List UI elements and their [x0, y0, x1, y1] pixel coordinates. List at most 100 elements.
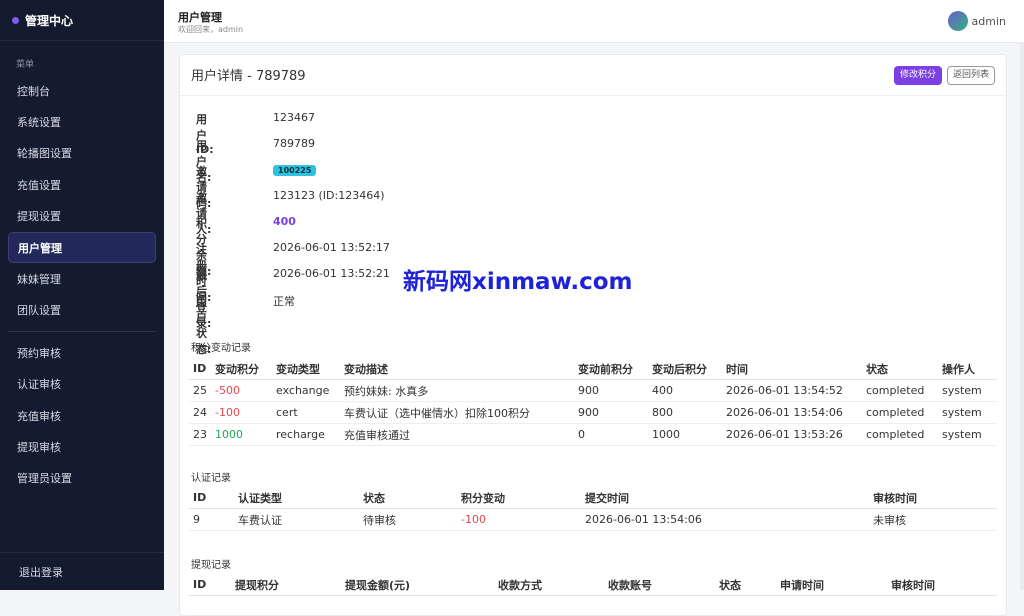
scrollbar[interactable]	[1020, 42, 1024, 590]
points-operator: system	[938, 423, 997, 446]
user-detail-card: 用户详情 - 789789 修改积分 返回列表 用户ID: 123467 用户名…	[179, 54, 1007, 616]
sidebar-item-recharge-review[interactable]: 充值审核	[0, 400, 164, 431]
user-name[interactable]: admin	[972, 15, 1006, 28]
points-change: -100	[211, 401, 272, 424]
points-desc: 车费认证（选中催情水）扣除100积分	[340, 401, 574, 424]
table-row: 25 -500 exchange 预约妹妹: 水真多 900 400 2026-…	[189, 379, 997, 402]
points-type: exchange	[272, 379, 340, 402]
card-header: 用户详情 - 789789 修改积分 返回列表	[180, 55, 1006, 96]
points-col-time: 时间	[722, 358, 862, 380]
logout-button[interactable]: 退出登录	[0, 552, 164, 590]
watermark-text: 新码网xinmaw.com	[403, 269, 633, 295]
points-operator: system	[938, 379, 997, 402]
table-row: 9 车费认证 待审核 -100 2026-06-01 13:54:06 未审核	[189, 508, 997, 531]
cert-status: 待审核	[359, 508, 457, 531]
sidebar-item-team-settings[interactable]: 团队设置	[0, 295, 164, 326]
avatar[interactable]	[948, 11, 968, 31]
sidebar-item-cert-review[interactable]: 认证审核	[0, 369, 164, 400]
points-status: completed	[862, 379, 938, 402]
withdraw-log-header-row: ID 提现积分 提现金额(元) 收款方式 收款账号 状态 申请时间 审核时间	[189, 574, 997, 596]
points-col-change: 变动积分	[211, 358, 272, 380]
reg-time-value: 2026-06-01 13:52:17	[273, 241, 390, 254]
balance-value: 400	[273, 215, 296, 228]
withdraw-col-status: 状态	[715, 574, 776, 596]
points-before: 900	[574, 401, 648, 424]
withdraw-col-amount: 提现金额(元)	[341, 574, 494, 596]
sidebar-item-system-settings[interactable]: 系统设置	[0, 106, 164, 137]
points-col-desc: 变动描述	[340, 358, 574, 380]
cert-type: 车费认证	[234, 508, 359, 531]
withdraw-col-id: ID	[189, 574, 231, 596]
last-login-value: 2026-06-01 13:52:21	[273, 267, 390, 280]
points-col-status: 状态	[862, 358, 938, 380]
withdraw-col-apply-time: 申请时间	[776, 574, 887, 596]
points-desc: 预约妹妹: 水真多	[340, 379, 574, 402]
points-log-table: ID 变动积分 变动类型 变动描述 变动前积分 变动后积分 时间 状态 操作人 …	[189, 358, 997, 446]
table-row: 24 -100 cert 车费认证（选中催情水）扣除100积分 900 800 …	[189, 401, 997, 424]
withdraw-log-title: 提现记录	[191, 560, 231, 571]
points-id: 25	[189, 379, 211, 402]
points-change: 1000	[211, 423, 272, 446]
page-title: 用户管理	[178, 11, 222, 24]
invite-code-badge: 100225	[273, 165, 317, 176]
points-type: cert	[272, 401, 340, 424]
points-col-id: ID	[189, 358, 211, 380]
points-col-type: 变动类型	[272, 358, 340, 380]
cert-col-change: 积分变动	[457, 487, 581, 509]
withdraw-col-points: 提现积分	[231, 574, 341, 596]
sidebar-item-user-management[interactable]: 用户管理	[8, 231, 156, 264]
points-operator: system	[938, 401, 997, 424]
sidebar-item-withdraw-review[interactable]: 提现审核	[0, 431, 164, 462]
points-after: 800	[648, 401, 722, 424]
inviter-value: 123123 (ID:123464)	[273, 189, 385, 202]
cert-log-header-row: ID 认证类型 状态 积分变动 提交时间 审核时间	[189, 487, 997, 509]
points-status: completed	[862, 401, 938, 424]
cert-col-id: ID	[189, 487, 234, 509]
points-time: 2026-06-01 13:54:52	[722, 379, 862, 402]
sidebar-item-booking-review[interactable]: 预约审核	[0, 337, 164, 368]
user-id-value: 123467	[273, 111, 315, 124]
brand-dot-icon	[12, 16, 19, 24]
sidebar-item-admin-settings[interactable]: 管理员设置	[0, 463, 164, 494]
brand-title: 管理中心	[25, 13, 74, 28]
points-after: 400	[648, 379, 722, 402]
invite-code-cell: 100225	[273, 163, 317, 176]
edit-points-button[interactable]: 修改积分	[894, 66, 943, 85]
menu-group-review: 预约审核 认证审核 充值审核 提现审核 管理员设置	[0, 337, 164, 494]
card-title: 用户详情 - 789789	[191, 69, 306, 84]
menu-group-main: 控制台 系统设置 轮播图设置 充值设置 提现设置 用户管理 妹妹管理 团队设置	[0, 75, 164, 326]
cert-review-time: 未审核	[869, 508, 997, 531]
points-before: 0	[574, 423, 648, 446]
withdraw-col-method: 收款方式	[494, 574, 604, 596]
cert-col-type: 认证类型	[234, 487, 359, 509]
sidebar-item-girl-management[interactable]: 妹妹管理	[0, 263, 164, 294]
points-change: -500	[211, 379, 272, 402]
points-type: recharge	[272, 423, 340, 446]
points-id: 23	[189, 423, 211, 446]
points-before: 900	[574, 379, 648, 402]
cert-submit-time: 2026-06-01 13:54:06	[581, 508, 869, 531]
sidebar-item-carousel-settings[interactable]: 轮播图设置	[0, 138, 164, 169]
cert-col-submit-time: 提交时间	[581, 487, 869, 509]
sidebar-item-dashboard[interactable]: 控制台	[0, 75, 164, 106]
username-value: 789789	[273, 137, 315, 150]
points-col-operator: 操作人	[938, 358, 997, 380]
cert-col-status: 状态	[359, 487, 457, 509]
menu-divider	[8, 331, 156, 333]
points-log-title: 积分变动记录	[191, 343, 251, 354]
points-id: 24	[189, 401, 211, 424]
points-after: 1000	[648, 423, 722, 446]
points-log-header-row: ID 变动积分 变动类型 变动描述 变动前积分 变动后积分 时间 状态 操作人	[189, 358, 997, 380]
sidebar-item-withdraw-settings[interactable]: 提现设置	[0, 201, 164, 232]
sidebar: 管理中心 菜单 控制台 系统设置 轮播图设置 充值设置 提现设置 用户管理 妹妹…	[0, 0, 164, 590]
status-value: 正常	[273, 295, 295, 308]
points-col-before: 变动前积分	[574, 358, 648, 380]
cert-col-review-time: 审核时间	[869, 487, 997, 509]
brand: 管理中心	[0, 0, 164, 41]
points-col-after: 变动后积分	[648, 358, 722, 380]
cert-id: 9	[189, 508, 234, 531]
back-to-list-button[interactable]: 返回列表	[947, 66, 996, 85]
withdraw-log-table: ID 提现积分 提现金额(元) 收款方式 收款账号 状态 申请时间 审核时间	[189, 574, 997, 596]
sidebar-item-recharge-settings[interactable]: 充值设置	[0, 169, 164, 200]
points-desc: 充值审核通过	[340, 423, 574, 446]
